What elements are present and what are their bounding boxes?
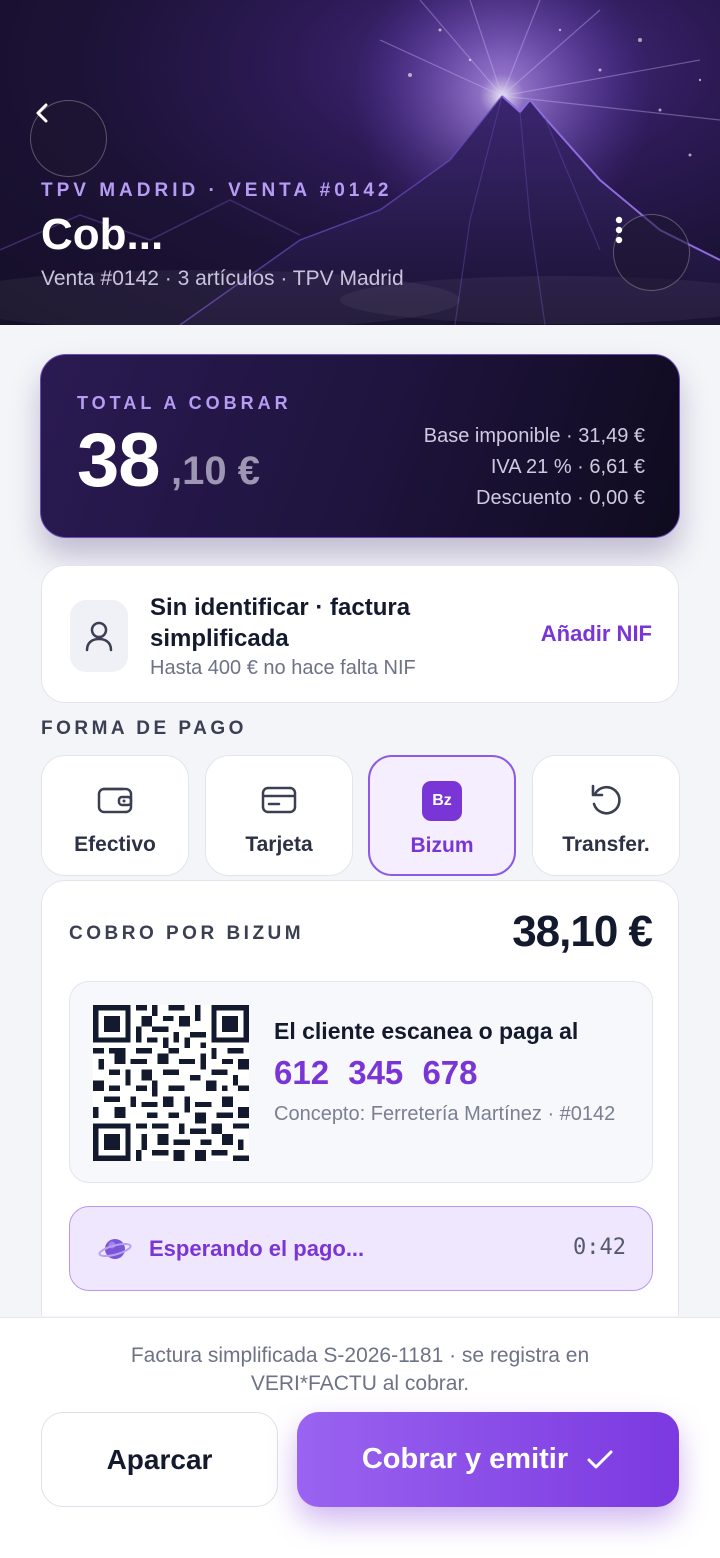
- bizum-phone: 612 345 678: [274, 1054, 478, 1091]
- back-button[interactable]: [30, 100, 107, 177]
- bizum-icon: Bz: [422, 781, 462, 821]
- total-card: TOTAL A COBRAR 38 ,10 € Base imponible ·…: [40, 354, 680, 538]
- bizum-amount: 38,10 €: [512, 907, 653, 956]
- wallet-icon: [97, 787, 133, 814]
- planet-icon: [98, 1239, 132, 1259]
- total-decimal: ,10 €: [171, 449, 260, 493]
- payment-method-card[interactable]: Tarjeta: [205, 755, 353, 876]
- payment-method-cash[interactable]: Efectivo: [41, 755, 189, 876]
- payment-method-label: Tarjeta: [245, 833, 313, 856]
- payment-method-bizum[interactable]: Bz Bizum: [368, 755, 516, 876]
- qr-box: El cliente escanea o paga al 612 345 678…: [69, 981, 653, 1183]
- park-button[interactable]: Aparcar: [41, 1412, 278, 1507]
- card-icon: [261, 786, 297, 814]
- qr-instruction: El cliente escanea o paga al: [274, 1018, 579, 1044]
- page-title: Cob...: [41, 210, 164, 259]
- waiting-text: Esperando el pago...: [149, 1236, 365, 1261]
- page-subtitle: Venta #0142 · 3 artículos · TPV Madrid: [41, 267, 404, 290]
- payment-method-transfer[interactable]: Transfer.: [532, 755, 680, 876]
- total-label: TOTAL A COBRAR: [77, 393, 292, 413]
- charge-button-label: Cobrar y emitir: [361, 1443, 569, 1475]
- payment-concept: Concepto: Ferretería Martínez · #0142: [274, 1103, 616, 1125]
- iva-line: IVA 21 % · 6,61 €: [490, 456, 645, 478]
- user-icon: [85, 621, 113, 652]
- chevron-left-icon: [36, 103, 48, 123]
- hero-header: TPV MADRID · VENTA #0142 Cob... Venta #0…: [0, 0, 720, 325]
- park-button-label: Aparcar: [106, 1443, 213, 1475]
- payment-method-label: Efectivo: [74, 833, 156, 856]
- qr-code: [93, 1005, 249, 1161]
- total-breakdown: Base imponible · 31,49 € IVA 21 % · 6,61…: [424, 421, 645, 514]
- customer-title: Sin identificar · factura simplificada: [150, 594, 411, 652]
- avatar: [70, 600, 128, 672]
- bizum-label: COBRO POR BIZUM: [69, 923, 305, 944]
- payment-section-label: FORMA DE PAGO: [41, 718, 247, 739]
- refresh-icon: [591, 784, 621, 815]
- add-nif-link[interactable]: Añadir NIF: [541, 621, 652, 647]
- charge-and-issue-button[interactable]: Cobrar y emitir: [297, 1412, 679, 1507]
- bizum-panel: COBRO POR BIZUM 38,10 € El cliente escan…: [41, 880, 679, 1316]
- payment-method-label: Transfer.: [562, 833, 650, 856]
- base-imponible: Base imponible · 31,49 €: [423, 425, 645, 447]
- waiting-status: Esperando el pago... 0:42: [69, 1206, 653, 1291]
- total-integer: 38: [77, 418, 161, 503]
- header-eyebrow: TPV MADRID · VENTA #0142: [41, 180, 393, 201]
- countdown-timer: 0:42: [573, 1235, 626, 1260]
- customer-subtitle: Hasta 400 € no hace falta NIF: [150, 657, 416, 679]
- payment-method-label: Bizum: [410, 834, 474, 857]
- more-options-button[interactable]: [613, 214, 690, 291]
- invoice-note: Factura simplificada S-2026-1181 · se re…: [130, 1344, 590, 1395]
- customer-card[interactable]: Sin identificar · factura simplificada H…: [41, 565, 679, 703]
- discount-line: Descuento · 0,00 €: [476, 487, 645, 509]
- footer-bar: Factura simplificada S-2026-1181 · se re…: [0, 1317, 720, 1558]
- check-icon: [587, 1450, 613, 1468]
- more-vertical-icon: [615, 216, 623, 244]
